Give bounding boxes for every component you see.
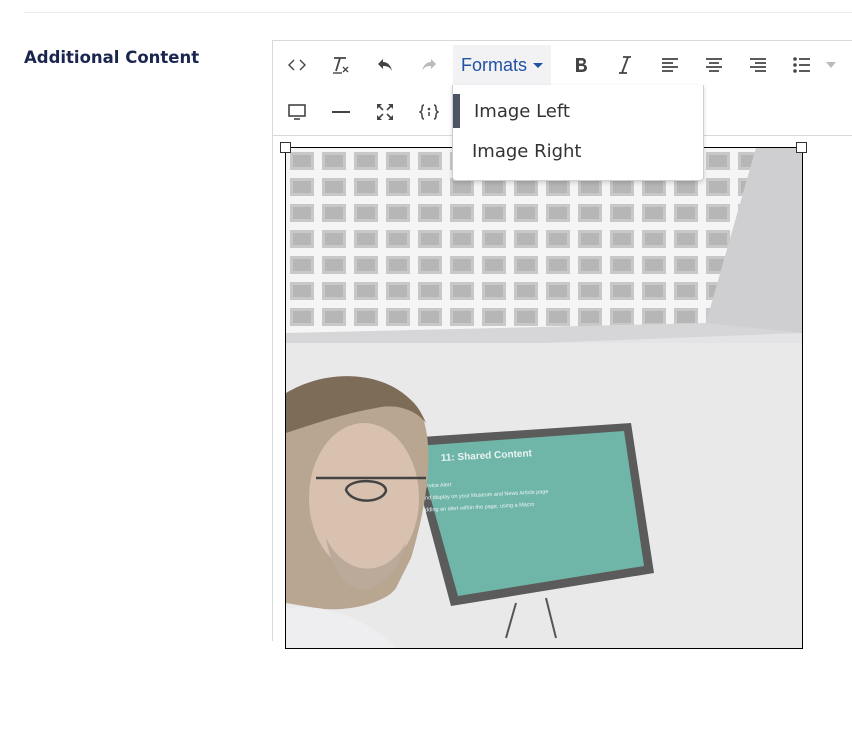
source-code-button[interactable]	[285, 45, 309, 85]
resize-handle-top-right[interactable]	[796, 142, 807, 153]
italic-icon	[618, 56, 632, 74]
preview-button[interactable]	[285, 92, 309, 132]
redo-icon	[420, 56, 438, 74]
code-icon	[288, 59, 306, 71]
align-right-icon	[749, 57, 767, 73]
caret-down-icon	[533, 62, 544, 68]
bold-button[interactable]	[571, 45, 591, 85]
clear-format-icon	[331, 55, 351, 75]
menu-item-image-left[interactable]: Image Left	[453, 92, 703, 130]
formats-button[interactable]: Formats	[453, 45, 552, 85]
fullscreen-button[interactable]	[373, 92, 397, 132]
horizontal-rule-button[interactable]	[329, 92, 353, 132]
undo-button[interactable]	[373, 45, 397, 85]
align-right-button[interactable]	[747, 45, 769, 85]
photo-image: 11: Shared Content a Service Alert g, an…	[286, 148, 802, 648]
editor-content-area[interactable]: 11: Shared Content a Service Alert g, an…	[273, 136, 852, 736]
align-left-icon	[661, 57, 679, 73]
bullet-list-dropdown-button[interactable]	[823, 45, 839, 85]
fullscreen-icon	[376, 103, 394, 121]
align-left-button[interactable]	[659, 45, 681, 85]
horizontal-rule-icon	[331, 110, 351, 114]
selected-image[interactable]: 11: Shared Content a Service Alert g, an…	[285, 147, 803, 649]
remove-format-button[interactable]	[329, 45, 353, 85]
bold-icon	[574, 57, 588, 73]
macro-icon	[419, 104, 439, 120]
align-center-icon	[705, 57, 723, 73]
menu-item-image-right[interactable]: Image Right	[453, 132, 703, 170]
top-divider	[24, 12, 852, 13]
menu-item-label: Image Left	[474, 100, 570, 122]
bullet-list-button[interactable]	[791, 45, 813, 85]
resize-handle-top-left[interactable]	[280, 142, 291, 153]
undo-icon	[376, 56, 394, 74]
align-center-button[interactable]	[703, 45, 725, 85]
italic-button[interactable]	[615, 45, 635, 85]
field-label-additional-content: Additional Content	[24, 48, 200, 67]
menu-item-label: Image Right	[472, 140, 582, 162]
monitor-icon	[287, 103, 307, 121]
formats-label: Formats	[461, 54, 528, 75]
redo-button[interactable]	[417, 45, 441, 85]
insert-macro-button[interactable]	[417, 92, 441, 132]
caret-down-icon	[826, 62, 836, 68]
formats-dropdown-menu: Image Left Image Right	[452, 85, 704, 181]
bullet-list-icon	[793, 57, 811, 73]
